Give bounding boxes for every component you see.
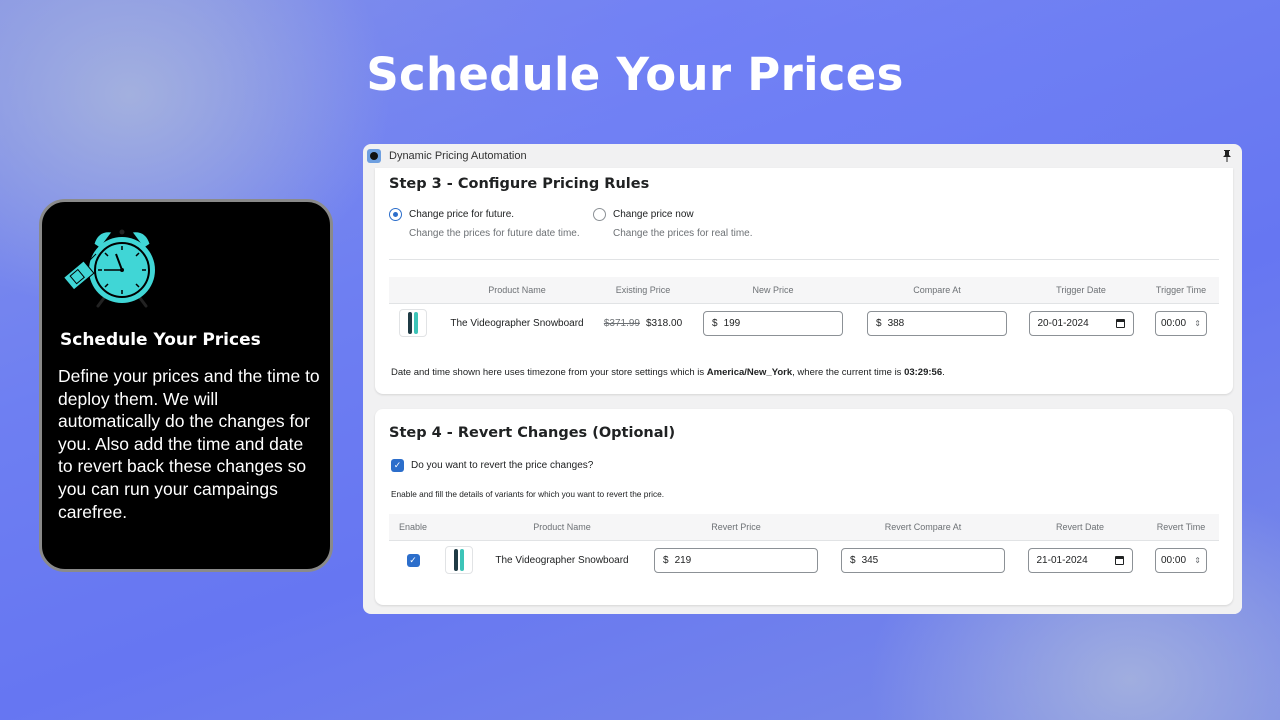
trigger-time-input[interactable]: 00:00 ⇕ bbox=[1155, 310, 1207, 336]
trigger-time-value: 00:00 bbox=[1161, 317, 1187, 329]
radio-help: Change the prices for real time. bbox=[613, 228, 753, 239]
column-header: Enable bbox=[389, 514, 437, 541]
column-header: Product Name bbox=[439, 277, 595, 304]
new-price-value: 199 bbox=[723, 317, 741, 329]
revert-compare-at-input[interactable]: $ 345 bbox=[841, 547, 1005, 573]
compare-at-value: 388 bbox=[887, 317, 905, 329]
revert-question: Do you want to revert the price changes? bbox=[411, 460, 594, 471]
pricing-mode-radio-group: Change price for future. Change the pric… bbox=[389, 208, 753, 239]
feature-description: Define your prices and the time to deplo… bbox=[58, 366, 320, 522]
step3-title: Step 3 - Configure Pricing Rules bbox=[389, 176, 650, 192]
trigger-date-input[interactable]: 20-01-2024 bbox=[1028, 310, 1134, 336]
pricing-rules-table: Product Name Existing Price New Price Co… bbox=[389, 277, 1219, 343]
step3-card: Step 3 - Configure Pricing Rules Change … bbox=[375, 168, 1233, 394]
revert-date-input[interactable]: 21-01-2024 bbox=[1027, 547, 1133, 573]
new-price-input[interactable]: $ 199 bbox=[703, 310, 843, 336]
column-header: New Price bbox=[691, 277, 855, 304]
product-thumbnail bbox=[399, 309, 427, 338]
calendar-icon[interactable] bbox=[1114, 555, 1124, 565]
product-thumbnail bbox=[445, 546, 473, 575]
column-header: Compare At bbox=[855, 277, 1019, 304]
title-bar: Dynamic Pricing Automation bbox=[363, 144, 1242, 168]
product-name: The Videographer Snowboard bbox=[495, 554, 629, 566]
step4-card: Step 4 - Revert Changes (Optional) ✓ Do … bbox=[375, 409, 1233, 605]
timezone-note: Date and time shown here uses timezone f… bbox=[391, 367, 945, 378]
step4-title: Step 4 - Revert Changes (Optional) bbox=[389, 425, 676, 441]
radio-help: Change the prices for future date time. bbox=[409, 228, 580, 239]
column-header bbox=[437, 514, 481, 541]
radio-option-future[interactable]: Change price for future. Change the pric… bbox=[389, 208, 593, 239]
feature-card: Schedule Your Prices Define your prices … bbox=[39, 199, 333, 572]
table-row: The Videographer Snowboard $371.99 $318.0… bbox=[389, 303, 1219, 343]
column-header: Product Name bbox=[481, 514, 643, 541]
column-header: Trigger Date bbox=[1019, 277, 1143, 304]
revert-help-text: Enable and fill the details of variants … bbox=[391, 489, 665, 499]
existing-price: $371.99 $318.00 bbox=[595, 303, 691, 343]
current-time-value: 03:29:56 bbox=[904, 367, 943, 378]
divider bbox=[389, 259, 1219, 260]
timezone-value: America/New_York bbox=[706, 367, 793, 378]
revert-time-input[interactable]: 00:00 ⇕ bbox=[1155, 547, 1207, 573]
revert-compare-at-value: 345 bbox=[861, 554, 879, 566]
radio-option-now[interactable]: Change price now Change the prices for r… bbox=[593, 208, 753, 239]
table-row: ✓ The Videographer Snowboard $ 219 $ 345… bbox=[389, 540, 1219, 580]
timezone-note-middle: , where the current time is bbox=[792, 367, 905, 378]
currency-prefix: $ bbox=[663, 554, 669, 566]
column-header: Existing Price bbox=[595, 277, 691, 304]
enable-checkbox[interactable]: ✓ bbox=[406, 553, 420, 567]
radio-label: Change price for future. bbox=[409, 209, 515, 220]
app-icon bbox=[367, 149, 381, 163]
product-name: The Videographer Snowboard bbox=[450, 317, 584, 329]
column-header: Trigger Time bbox=[1143, 277, 1219, 304]
current-price: $318.00 bbox=[646, 317, 683, 329]
timezone-note-suffix: . bbox=[942, 367, 945, 378]
revert-price-value: 219 bbox=[674, 554, 692, 566]
revert-table: Enable Product Name Revert Price Revert … bbox=[389, 514, 1219, 580]
radio-now[interactable] bbox=[593, 208, 606, 221]
currency-prefix: $ bbox=[712, 317, 718, 329]
table-header-row: Enable Product Name Revert Price Revert … bbox=[389, 514, 1219, 541]
timezone-note-prefix: Date and time shown here uses timezone f… bbox=[391, 367, 707, 378]
scrollbar[interactable] bbox=[1233, 168, 1242, 614]
spinner-icon[interactable]: ⇕ bbox=[1194, 319, 1201, 328]
column-header: Revert Price bbox=[643, 514, 829, 541]
page-title: Schedule Your Prices bbox=[366, 48, 904, 101]
original-price: $371.99 bbox=[603, 317, 640, 329]
window-title: Dynamic Pricing Automation bbox=[389, 150, 527, 162]
revert-time-value: 00:00 bbox=[1161, 554, 1187, 566]
column-header: Revert Compare At bbox=[829, 514, 1017, 541]
compare-at-input[interactable]: $ 388 bbox=[867, 310, 1007, 336]
feature-title: Schedule Your Prices bbox=[60, 330, 261, 350]
revert-date-value: 21-01-2024 bbox=[1036, 554, 1088, 566]
column-header: Revert Date bbox=[1017, 514, 1143, 541]
table-header-row: Product Name Existing Price New Price Co… bbox=[389, 277, 1219, 304]
revert-toggle[interactable]: ✓ Do you want to revert the price change… bbox=[391, 459, 593, 472]
trigger-date-value: 20-01-2024 bbox=[1037, 317, 1089, 329]
radio-future[interactable] bbox=[389, 208, 402, 221]
radio-label: Change price now bbox=[613, 209, 694, 220]
alarm-clock-with-price-tag-icon bbox=[62, 229, 155, 308]
revert-price-input[interactable]: $ 219 bbox=[654, 547, 818, 573]
app-window: Dynamic Pricing Automation Step 3 - Conf… bbox=[363, 144, 1242, 614]
calendar-icon[interactable] bbox=[1115, 318, 1125, 328]
currency-prefix: $ bbox=[876, 317, 882, 329]
pin-icon[interactable] bbox=[1222, 150, 1232, 162]
spinner-icon[interactable]: ⇕ bbox=[1194, 556, 1201, 565]
column-header bbox=[389, 277, 439, 304]
currency-prefix: $ bbox=[850, 554, 856, 566]
column-header: Revert Time bbox=[1143, 514, 1219, 541]
revert-checkbox[interactable]: ✓ bbox=[391, 459, 404, 472]
